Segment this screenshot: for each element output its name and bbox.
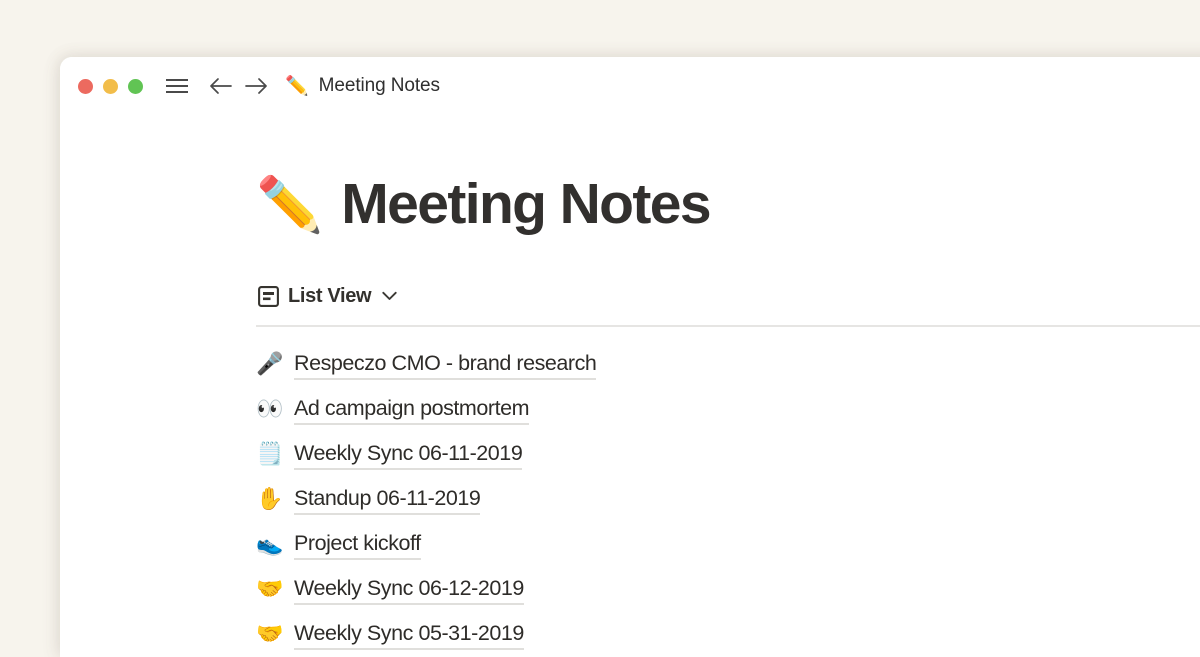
list-item[interactable]: 🎤 Respeczo CMO - brand research bbox=[256, 343, 1200, 388]
spiral-notepad-emoji: 🗒️ bbox=[256, 444, 282, 466]
list-item[interactable]: 👟 Project kickoff bbox=[256, 523, 1200, 568]
note-link[interactable]: Project kickoff bbox=[294, 531, 421, 560]
view-switcher-label: List View bbox=[288, 285, 371, 308]
page-content: ✏️ Meeting Notes List View 🎤 bbox=[60, 175, 1200, 657]
note-link[interactable]: Respeczo CMO - brand research bbox=[294, 351, 596, 380]
maximize-window-button[interactable] bbox=[128, 79, 143, 94]
list-item[interactable]: ✋ Standup 06-11-2019 bbox=[256, 478, 1200, 523]
note-list: 🎤 Respeczo CMO - brand research 👀 Ad cam… bbox=[256, 343, 1200, 657]
close-window-button[interactable] bbox=[78, 79, 93, 94]
hamburger-menu-icon[interactable] bbox=[164, 73, 190, 99]
list-divider bbox=[256, 325, 1200, 327]
note-link[interactable]: Weekly Sync 06-11-2019 bbox=[294, 441, 522, 470]
page-title: Meeting Notes bbox=[341, 175, 710, 235]
titlebar-title: Meeting Notes bbox=[319, 75, 440, 97]
minimize-window-button[interactable] bbox=[103, 79, 118, 94]
note-link[interactable]: Weekly Sync 06-12-2019 bbox=[294, 576, 524, 605]
running-shoe-emoji: 👟 bbox=[256, 534, 282, 556]
note-link[interactable]: Standup 06-11-2019 bbox=[294, 486, 480, 515]
page-header: ✏️ Meeting Notes bbox=[256, 175, 1200, 235]
list-item[interactable]: 🗒️ Weekly Sync 06-11-2019 bbox=[256, 433, 1200, 478]
list-item[interactable]: 🤝 Weekly Sync 06-12-2019 bbox=[256, 568, 1200, 613]
note-link[interactable]: Ad campaign postmortem bbox=[294, 396, 529, 425]
handshake-emoji: 🤝 bbox=[256, 579, 282, 601]
pencil-emoji: ✏️ bbox=[285, 77, 309, 96]
traffic-lights bbox=[78, 79, 143, 94]
eyes-emoji: 👀 bbox=[256, 399, 282, 421]
pencil-emoji: ✏️ bbox=[256, 178, 323, 232]
chevron-down-icon[interactable] bbox=[382, 291, 397, 301]
list-item[interactable]: 👀 Ad campaign postmortem bbox=[256, 388, 1200, 433]
view-switcher-button[interactable]: List View bbox=[258, 285, 397, 308]
list-item[interactable]: 🤝 Weekly Sync 05-31-2019 bbox=[256, 613, 1200, 657]
titlebar-document-label: ✏️ Meeting Notes bbox=[285, 75, 440, 97]
arrow-left-icon[interactable] bbox=[207, 73, 233, 99]
note-link[interactable]: Weekly Sync 05-31-2019 bbox=[294, 621, 524, 650]
app-window: ✏️ Meeting Notes ✏️ Meeting Notes List V… bbox=[60, 57, 1200, 657]
list-view-icon bbox=[258, 286, 279, 307]
handshake-emoji: 🤝 bbox=[256, 624, 282, 646]
raised-hand-emoji: ✋ bbox=[256, 489, 282, 511]
microphone-emoji: 🎤 bbox=[256, 354, 282, 376]
arrow-right-icon[interactable] bbox=[243, 73, 269, 99]
titlebar: ✏️ Meeting Notes bbox=[60, 57, 1200, 115]
